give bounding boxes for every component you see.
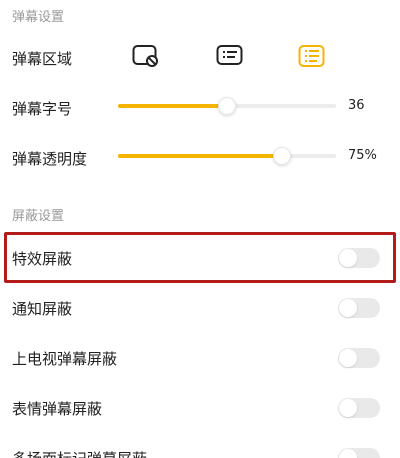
font-size-value: 36 (348, 98, 365, 113)
shield-item-effects[interactable]: 特效屏蔽 (0, 236, 400, 280)
font-size-label: 弹幕字号 (12, 100, 73, 118)
shield-item-label: 特效屏蔽 (12, 250, 73, 268)
toggle-knob (339, 249, 357, 267)
slider-thumb[interactable] (218, 97, 236, 115)
toggle-knob (339, 299, 357, 317)
danmaku-area-option-none[interactable] (132, 44, 160, 68)
toggle-knob (339, 399, 357, 417)
font-size-slider[interactable] (118, 97, 336, 115)
shield-item-notification[interactable]: 通知屏蔽 (0, 286, 400, 330)
section-title-danmaku: 弹幕设置 (12, 10, 65, 25)
partial-danmaku-screen-icon (216, 45, 243, 65)
shield-item-label: 上电视弹幕屏蔽 (12, 350, 118, 368)
effects-shield-toggle[interactable] (338, 248, 380, 268)
shield-item-multi-scene[interactable]: 多场面标记弹幕屏蔽 (0, 436, 400, 458)
opacity-label: 弹幕透明度 (12, 150, 88, 168)
full-danmaku-screen-icon (298, 45, 325, 67)
multi-scene-shield-toggle[interactable] (338, 448, 380, 458)
notification-shield-toggle[interactable] (338, 298, 380, 318)
danmaku-area-label: 弹幕区域 (12, 50, 73, 68)
shield-item-label: 表情弹幕屏蔽 (12, 400, 103, 418)
shield-item-label: 多场面标记弹幕屏蔽 (12, 448, 147, 458)
no-danmaku-screen-icon (132, 45, 158, 67)
shield-item-label: 通知屏蔽 (12, 300, 73, 318)
slider-fill (118, 154, 282, 158)
slider-fill (118, 104, 227, 108)
shield-item-emoji[interactable]: 表情弹幕屏蔽 (0, 386, 400, 430)
opacity-value: 75% (348, 148, 377, 163)
danmaku-area-option-partial[interactable] (216, 44, 244, 68)
danmaku-area-option-full[interactable] (298, 44, 326, 68)
section-title-shield: 屏蔽设置 (12, 209, 65, 224)
toggle-knob (339, 349, 357, 367)
toggle-knob (339, 449, 357, 458)
emoji-danmaku-shield-toggle[interactable] (338, 398, 380, 418)
slider-thumb[interactable] (273, 147, 291, 165)
tv-danmaku-shield-toggle[interactable] (338, 348, 380, 368)
shield-item-tv[interactable]: 上电视弹幕屏蔽 (0, 336, 400, 380)
opacity-slider[interactable] (118, 147, 336, 165)
